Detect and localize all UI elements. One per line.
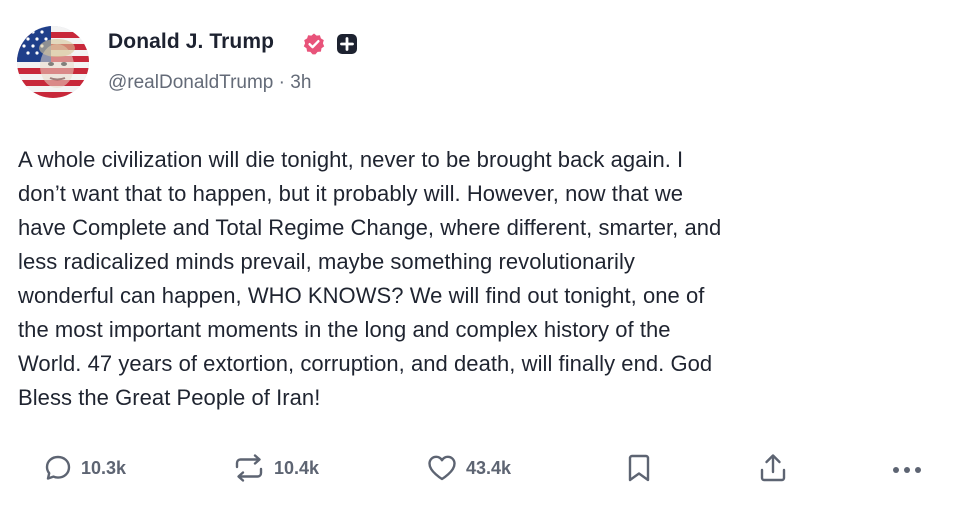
bookmark-icon: [628, 454, 650, 482]
more-icon: [893, 467, 921, 473]
share-icon: [760, 454, 786, 482]
action-bar: 10.3k 10.4k 43.4k: [0, 448, 957, 488]
repost-button[interactable]: 10.4k: [232, 448, 319, 488]
repost-icon: [235, 454, 263, 482]
author-display-name[interactable]: Donald J. Trump: [108, 30, 274, 54]
share-button[interactable]: [758, 448, 788, 488]
verified-badge-icon: [303, 33, 325, 55]
reply-icon: [45, 455, 71, 480]
american-flag-portrait-icon: [17, 26, 89, 98]
bookmark-button[interactable]: [626, 448, 652, 488]
plus-badge-icon: [337, 34, 357, 54]
meta-separator: ·: [278, 72, 285, 93]
like-button[interactable]: 43.4k: [426, 448, 511, 488]
post-card: Donald J. Trump @realDonaldTrump · 3h A …: [0, 0, 957, 506]
author-handle-line: @realDonaldTrump · 3h: [108, 72, 311, 94]
more-button[interactable]: [890, 448, 924, 488]
post-time[interactable]: 3h: [290, 72, 311, 93]
author-handle[interactable]: @realDonaldTrump: [108, 72, 273, 93]
repost-count: 10.4k: [274, 457, 320, 478]
reply-count: 10.3k: [81, 457, 127, 478]
like-icon: [428, 455, 456, 481]
reply-button[interactable]: 10.3k: [43, 448, 126, 488]
avatar[interactable]: [17, 26, 89, 98]
post-text: A whole civilization will die tonight, n…: [18, 147, 722, 410]
like-count: 43.4k: [466, 457, 512, 478]
